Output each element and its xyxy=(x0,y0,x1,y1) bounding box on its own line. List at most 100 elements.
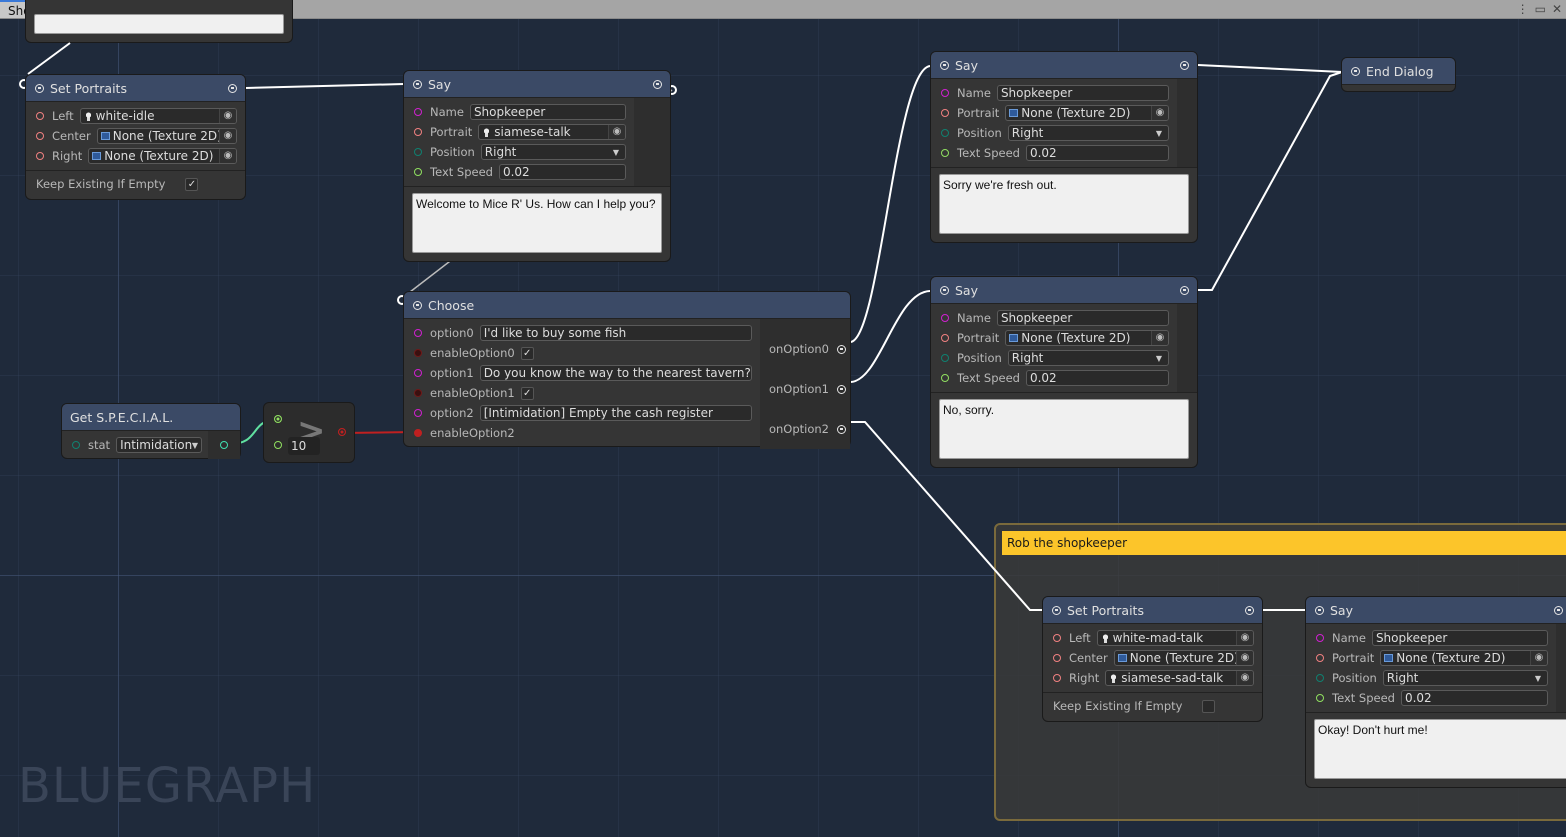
exec-out-icon[interactable] xyxy=(1245,605,1254,615)
option2-field[interactable]: [Intimidation] Empty the cash register xyxy=(479,405,752,421)
exec-out-icon[interactable] xyxy=(837,424,846,434)
exec-out-icon[interactable] xyxy=(1180,60,1189,70)
name-field[interactable]: Shopkeeper xyxy=(469,104,626,120)
right-portrait-field[interactable]: siamese-sad-talk ◉ xyxy=(1105,670,1254,686)
exec-out-icon[interactable] xyxy=(653,79,662,89)
port-enable-option2[interactable] xyxy=(414,429,422,437)
port-name[interactable] xyxy=(1316,634,1324,642)
more-icon[interactable]: ⋮ xyxy=(1517,2,1529,16)
portrait-field[interactable]: None (Texture 2D) ◉ xyxy=(1005,330,1169,346)
port-enable-option1[interactable] xyxy=(414,389,422,397)
port-position[interactable] xyxy=(941,354,949,362)
port-enable-option0[interactable] xyxy=(414,349,422,357)
exec-out-icon[interactable] xyxy=(1180,285,1189,295)
port-option1[interactable] xyxy=(414,369,422,377)
say-node[interactable]: Say Name Shopkeeper Portrait siamese-talk ◉… xyxy=(403,70,671,262)
say-node[interactable]: Say Name Shopkeeper Portrait None (Texture… xyxy=(930,51,1198,243)
end-dialog-node[interactable]: End Dialog xyxy=(1341,57,1456,92)
object-picker-icon[interactable]: ◉ xyxy=(608,125,625,139)
port-option2[interactable] xyxy=(414,409,422,417)
port-text-speed[interactable] xyxy=(1316,694,1324,702)
exec-in-icon[interactable] xyxy=(1052,605,1061,615)
say-node[interactable]: Say Name Shopkeeper Portrait None (Texture… xyxy=(930,276,1198,468)
set-portraits-node[interactable]: Set Portraits Left white-mad-talk ◉ Center… xyxy=(1042,596,1263,722)
close-icon[interactable]: ✕ xyxy=(1552,2,1562,16)
exec-out-icon[interactable] xyxy=(837,344,846,354)
enable-option1-checkbox[interactable]: ✓ xyxy=(520,386,534,400)
choose-node[interactable]: Choose option0 I'd like to buy some fish … xyxy=(403,291,851,449)
port-position[interactable] xyxy=(1316,674,1324,682)
port-name[interactable] xyxy=(941,89,949,97)
port-portrait[interactable] xyxy=(941,334,949,342)
set-portraits-node[interactable]: Set Portraits Left white-idle ◉ Center None… xyxy=(25,74,246,200)
port-position[interactable] xyxy=(941,129,949,137)
port-a[interactable] xyxy=(274,415,282,423)
object-picker-icon[interactable]: ◉ xyxy=(1236,651,1253,665)
exec-in-icon[interactable] xyxy=(1351,66,1360,76)
portrait-field[interactable]: None (Texture 2D) ◉ xyxy=(1380,650,1548,666)
say-node[interactable]: Say Name Shopkeeper Portrait None (Texture… xyxy=(1305,596,1566,788)
port-portrait[interactable] xyxy=(941,109,949,117)
port-name[interactable] xyxy=(414,108,422,116)
text-speed-field[interactable]: 0.02 xyxy=(1400,690,1548,706)
port-name[interactable] xyxy=(941,314,949,322)
center-portrait-field[interactable]: None (Texture 2D) ◉ xyxy=(1113,650,1254,666)
object-picker-icon[interactable]: ◉ xyxy=(1530,651,1547,665)
keep-existing-checkbox[interactable] xyxy=(1202,699,1216,713)
exec-out-icon[interactable] xyxy=(1554,605,1563,615)
option1-field[interactable]: Do you know the way to the nearest taver… xyxy=(479,365,752,381)
object-picker-icon[interactable]: ◉ xyxy=(1151,331,1168,345)
exec-in-icon[interactable] xyxy=(940,60,949,70)
left-portrait-field[interactable]: white-mad-talk ◉ xyxy=(1096,630,1254,646)
exec-out-icon[interactable] xyxy=(837,384,846,394)
maximize-icon[interactable]: ▭ xyxy=(1535,2,1546,16)
port-output[interactable] xyxy=(220,441,228,449)
exec-out-icon[interactable] xyxy=(228,83,237,93)
port-output[interactable] xyxy=(338,428,346,436)
port-portrait[interactable] xyxy=(414,128,422,136)
position-dropdown[interactable]: Right ▼ xyxy=(480,144,626,160)
name-field[interactable]: Shopkeeper xyxy=(1371,630,1548,646)
port-stat[interactable] xyxy=(72,441,80,449)
compare-node[interactable]: > 10 xyxy=(263,402,355,463)
text-speed-field[interactable]: 0.02 xyxy=(498,164,626,180)
position-dropdown[interactable]: Right ▼ xyxy=(1007,125,1169,141)
port-right[interactable] xyxy=(1053,674,1061,682)
port-center[interactable] xyxy=(36,132,44,140)
exec-in-icon[interactable] xyxy=(413,300,422,310)
port-left[interactable] xyxy=(36,112,44,120)
say-node-partial[interactable] xyxy=(25,0,293,43)
port-left[interactable] xyxy=(1053,634,1061,642)
object-picker-icon[interactable]: ◉ xyxy=(219,129,236,143)
dialog-text-area[interactable]: Sorry we're fresh out. xyxy=(939,174,1189,234)
port-right[interactable] xyxy=(36,152,44,160)
exec-in-icon[interactable] xyxy=(940,285,949,295)
dialog-text-area[interactable]: Welcome to Mice R' Us. How can I help yo… xyxy=(412,193,662,253)
port-option0[interactable] xyxy=(414,329,422,337)
compare-value-field[interactable]: 10 xyxy=(288,437,320,455)
port-center[interactable] xyxy=(1053,654,1061,662)
port-text-speed[interactable] xyxy=(941,374,949,382)
name-field[interactable]: Shopkeeper xyxy=(996,310,1169,326)
portrait-field[interactable]: None (Texture 2D) ◉ xyxy=(1005,105,1169,121)
object-picker-icon[interactable]: ◉ xyxy=(1236,631,1253,645)
group-title[interactable]: Rob the shopkeeper xyxy=(1002,531,1566,555)
portrait-field[interactable]: siamese-talk ◉ xyxy=(478,124,626,140)
port-text-speed[interactable] xyxy=(414,168,422,176)
enable-option0-checkbox[interactable]: ✓ xyxy=(520,346,534,360)
port-b[interactable] xyxy=(274,441,282,449)
text-speed-field[interactable]: 0.02 xyxy=(1025,370,1169,386)
exec-in-icon[interactable] xyxy=(413,79,422,89)
dialog-text-partial[interactable] xyxy=(34,14,284,34)
object-picker-icon[interactable]: ◉ xyxy=(1236,671,1253,685)
object-picker-icon[interactable]: ◉ xyxy=(1151,106,1168,120)
text-speed-field[interactable]: 0.02 xyxy=(1025,145,1169,161)
exec-in-icon[interactable] xyxy=(1315,605,1324,615)
exec-in-icon[interactable] xyxy=(35,83,44,93)
center-portrait-field[interactable]: None (Texture 2D) ◉ xyxy=(96,128,237,144)
keep-existing-checkbox[interactable]: ✓ xyxy=(185,177,199,191)
right-portrait-field[interactable]: None (Texture 2D) ◉ xyxy=(88,148,237,164)
name-field[interactable]: Shopkeeper xyxy=(996,85,1169,101)
port-portrait[interactable] xyxy=(1316,654,1324,662)
position-dropdown[interactable]: Right ▼ xyxy=(1007,350,1169,366)
